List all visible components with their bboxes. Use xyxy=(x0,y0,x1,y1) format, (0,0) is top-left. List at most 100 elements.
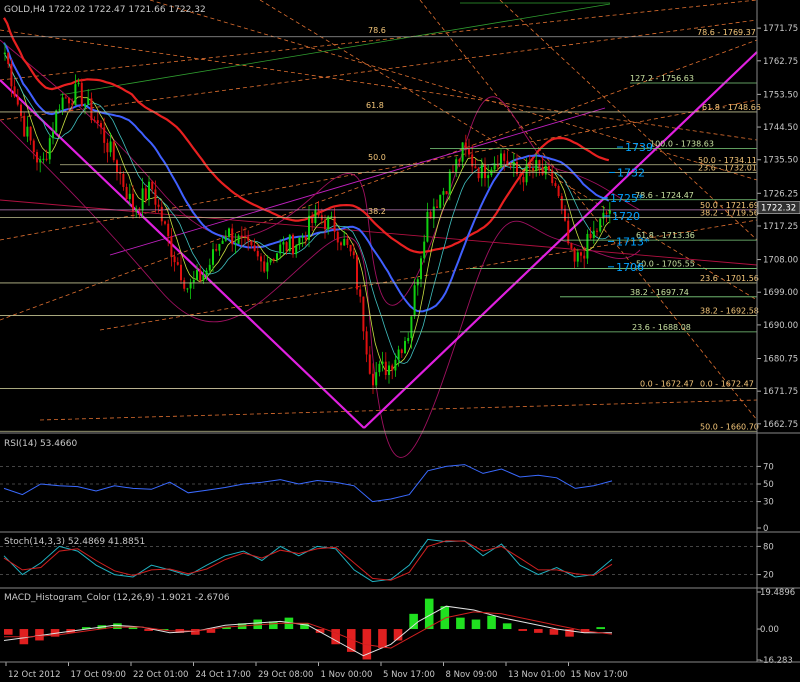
fib-floating-label: 38.2 xyxy=(368,207,386,216)
candle-body xyxy=(381,361,384,364)
rsi-tick-label: 30 xyxy=(763,498,774,508)
macd-histogram-bar xyxy=(502,623,512,630)
rsi-panel[interactable]: RSI(14) 53.4660 7050300 xyxy=(0,439,774,534)
candle-body xyxy=(407,338,410,342)
candle-body xyxy=(311,215,314,224)
macd-histogram-bar xyxy=(456,617,465,630)
candle-body xyxy=(36,152,38,163)
candle-body xyxy=(474,166,477,169)
candle-body xyxy=(160,206,163,222)
rsi-line xyxy=(3,464,613,503)
macd-histogram-bar xyxy=(534,629,543,633)
candle-body xyxy=(240,235,243,237)
price-tick-label: 1744.50 xyxy=(763,123,798,133)
candle-body xyxy=(183,280,186,289)
macd-line xyxy=(3,605,613,657)
candle-body xyxy=(503,153,506,161)
candle-body xyxy=(250,240,253,246)
chart-canvas[interactable]: 78.6 - 1769.37 127.2 - 1756.63 61.8 - 1748… xyxy=(0,0,800,682)
macd-histogram-bar xyxy=(518,629,528,631)
fib-level-label: 38.2 - 1697.74 xyxy=(630,288,689,297)
candle-body xyxy=(445,191,448,195)
candle-body xyxy=(96,120,99,124)
candle-body xyxy=(112,141,115,161)
macd-histogram-bar xyxy=(596,627,605,630)
candle-body xyxy=(439,194,442,208)
fib-level-label: 0.0 - 1672.47 xyxy=(640,380,694,389)
fib-floating-label: 61.8 xyxy=(366,101,384,110)
candle-body xyxy=(144,188,147,200)
candle-body xyxy=(199,270,202,281)
price-tick-label: 1699.00 xyxy=(763,288,798,298)
fib-level-label: 23.6 - 1688.08 xyxy=(632,323,691,332)
candle-body xyxy=(394,359,397,371)
candle-body xyxy=(455,159,458,172)
stochastic-panel[interactable]: Stoch(14,3,3) 52.4869 41.8851 80 20 xyxy=(0,537,774,583)
candle-body xyxy=(176,262,179,265)
candle-body xyxy=(404,341,406,354)
candle-body xyxy=(42,158,45,160)
fib-level-label: 78.6 - 1769.37 xyxy=(697,28,756,37)
price-tag-label: 1739 xyxy=(625,141,653,154)
candle-body xyxy=(605,212,608,214)
candle-body xyxy=(487,175,490,179)
candle-body xyxy=(55,110,58,132)
macd-histogram-bar xyxy=(409,613,418,630)
price-axis[interactable]: 1771.75 1762.75 1753.50 1744.50 1735.50 1726.… xyxy=(757,24,800,430)
price-tick-label: 1726.25 xyxy=(763,189,798,199)
candle-body xyxy=(4,52,6,54)
candle-body xyxy=(356,255,358,290)
price-tick-label: 1771.75 xyxy=(763,24,798,34)
candle-body xyxy=(608,209,611,214)
candle-body xyxy=(384,361,387,375)
price-panel[interactable]: 78.6 - 1769.37 127.2 - 1756.63 61.8 - 1748… xyxy=(0,0,761,458)
fib-level-label: 61.8 - 1748.66 xyxy=(702,103,761,112)
candle-body xyxy=(253,245,256,251)
rsi-tick-label: 70 xyxy=(763,462,774,472)
fib-level-label: 50.0 - 1705.55 xyxy=(636,259,695,268)
candle-body xyxy=(247,236,250,241)
candle-body xyxy=(372,373,374,386)
price-tick-label: 1753.50 xyxy=(763,90,798,100)
candle-body xyxy=(122,174,125,187)
candle-body xyxy=(340,242,342,246)
macd-histogram-bar xyxy=(113,623,122,630)
candle-body xyxy=(103,127,106,143)
candle-body xyxy=(509,165,512,167)
candle-body xyxy=(164,221,166,224)
fib-level-label: 38.2 - 1719.56 xyxy=(700,209,759,218)
candle-body xyxy=(298,237,301,246)
candle-body xyxy=(180,264,182,281)
rsi-title: RSI(14) 53.4660 xyxy=(4,439,77,449)
candle-body xyxy=(256,250,259,257)
candle-body xyxy=(426,211,429,242)
time-axis[interactable]: 12 Oct 2012 17 Oct 09:00 22 Oct 01:00 24 Oc… xyxy=(5,662,628,680)
candle-body xyxy=(228,228,230,237)
candle-body xyxy=(432,206,435,219)
candle-body xyxy=(557,186,560,197)
candle-body xyxy=(58,109,61,111)
fib-level-label: 38.2 - 1692.58 xyxy=(700,307,759,316)
candle-body xyxy=(212,249,214,265)
candle-body xyxy=(237,235,240,244)
candle-body xyxy=(560,196,563,209)
candle-body xyxy=(532,167,534,171)
candle-body xyxy=(288,234,291,252)
candle-body xyxy=(519,174,522,177)
candle-body xyxy=(420,258,422,280)
candle-body xyxy=(461,142,464,162)
candle-body xyxy=(468,149,470,155)
price-tick-label: 1717.25 xyxy=(763,222,798,232)
candle-body xyxy=(266,262,269,272)
candle-body xyxy=(525,164,528,183)
candle-body xyxy=(234,243,237,245)
macd-panel[interactable]: MACD_Histogram_Color (12,26,9) -1.9021 -… xyxy=(3,588,795,666)
candle-body xyxy=(93,120,96,122)
candle-body xyxy=(272,259,275,261)
candle-body xyxy=(317,209,320,216)
candle-body xyxy=(477,168,480,179)
candle-body xyxy=(208,264,211,271)
fib-level-label: 0.0 - 1672.47 xyxy=(700,380,754,389)
macd-histogram-bar xyxy=(378,629,387,649)
time-tick-label: 17 Oct 09:00 xyxy=(71,670,126,680)
